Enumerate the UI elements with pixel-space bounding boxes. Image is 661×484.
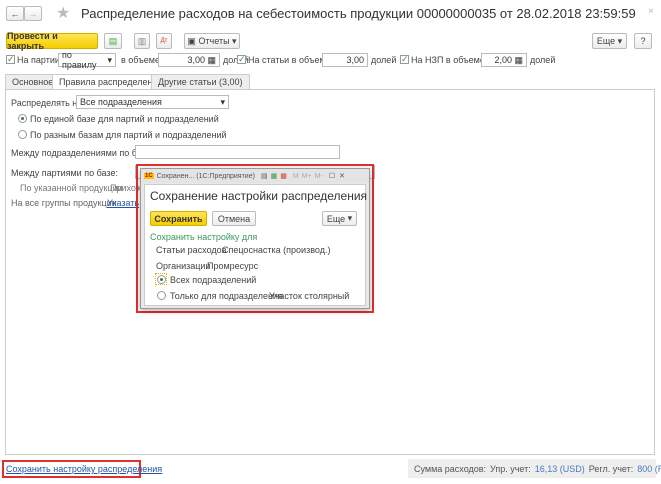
- save-for-label: Сохранить настройку для: [150, 232, 258, 242]
- specify-link[interactable]: Указать: [107, 198, 139, 208]
- shares-label: долей: [530, 55, 556, 65]
- distribute-label: Распределять на:: [11, 98, 85, 108]
- between-batches-label: Между партиями по базе:: [11, 168, 118, 178]
- 1c-logo-icon: 1С: [144, 173, 154, 179]
- dialog-more-button[interactable]: Еще ▾: [322, 211, 357, 226]
- expense-items-label: Статьи расходов: [156, 245, 227, 255]
- between-depts-label: Между подразделениями по базе:: [11, 148, 154, 158]
- only-department-radio[interactable]: [157, 291, 166, 300]
- reg-value[interactable]: 800 (RUB): [637, 464, 661, 474]
- all-groups-label: На все группы продукции: [11, 198, 117, 208]
- distribute-select[interactable]: Все подразделения ▾: [76, 95, 229, 109]
- dt-kt-icon-button[interactable]: Дт: [156, 33, 172, 49]
- single-base-label: По единой базе для партий и подразделени…: [30, 114, 219, 124]
- wip-volume-input[interactable]: 2,00 ▦: [481, 53, 527, 67]
- batches-checkbox[interactable]: ✓: [6, 55, 15, 64]
- between-depts-input[interactable]: [135, 145, 340, 159]
- calculator-icon: ▦: [207, 54, 216, 65]
- mgmt-label: Упр. учет:: [490, 463, 531, 474]
- calendar-icon[interactable]: ▦: [280, 172, 287, 180]
- reports-button[interactable]: ▣ Отчеты ▾: [184, 33, 240, 49]
- items-volume-input[interactable]: 3,00: [322, 53, 368, 67]
- save-settings-link[interactable]: Сохранить настройку распределения: [6, 464, 162, 474]
- print-icon-button[interactable]: ▥: [134, 33, 150, 49]
- single-base-radio[interactable]: [18, 114, 27, 123]
- only-department-label: Только для подразделения: [170, 291, 283, 301]
- dialog-cancel-button[interactable]: Отмена: [212, 211, 256, 226]
- items-checkbox[interactable]: ✓: [237, 55, 246, 64]
- calculator-icon: ▦: [514, 54, 523, 65]
- post-icon-button[interactable]: ▤: [104, 33, 122, 49]
- dialog-titlebar: 1С Сохранен... (1С:Предприятие) ▤ ▦ ▦ M …: [141, 169, 369, 183]
- wip-checkbox[interactable]: ✓: [400, 55, 409, 64]
- dialog-save-button[interactable]: Сохранить: [150, 211, 207, 226]
- memory-button[interactable]: M: [293, 173, 299, 180]
- by-product-label: По указанной продукции: [20, 183, 123, 193]
- chevron-down-icon: ▾: [220, 96, 225, 107]
- all-departments-label: Всех подразделений: [170, 275, 257, 285]
- different-bases-label: По разным базам для партий и подразделен…: [30, 130, 227, 140]
- page-title: Распределение расходов на себестоимость …: [81, 6, 636, 21]
- chevron-down-icon: ▾: [107, 54, 112, 65]
- mgmt-value[interactable]: 16,13 (USD): [535, 464, 585, 474]
- help-button[interactable]: ?: [634, 33, 652, 49]
- print-icon[interactable]: ▤: [261, 172, 268, 180]
- reports-icon: ▣: [187, 35, 199, 46]
- dialog-heading: Сохранение настройки распределения: [150, 189, 368, 203]
- forward-button[interactable]: →: [24, 6, 42, 21]
- volume-label: в объеме: [121, 55, 160, 65]
- batches-rule-select[interactable]: по правилу ▾: [58, 50, 116, 70]
- shares-label: долей: [371, 55, 397, 65]
- save-settings-dialog: 1С Сохранен... (1С:Предприятие) ▤ ▦ ▦ M …: [140, 168, 370, 309]
- batches-label: На партии: [17, 55, 60, 65]
- favorite-star-icon[interactable]: ★: [56, 3, 70, 23]
- organizations-value: Промресурс: [207, 261, 259, 271]
- close-icon[interactable]: ✕: [339, 172, 345, 180]
- table-icon[interactable]: ▦: [271, 172, 278, 180]
- all-departments-radio[interactable]: [157, 275, 166, 284]
- only-department-value: Участок столярный: [269, 291, 350, 301]
- wip-label: На НЗП в объеме: [411, 55, 485, 65]
- sum-label: Сумма расходов:: [414, 463, 487, 474]
- reg-label: Регл. учет:: [588, 463, 634, 474]
- expense-items-value: Спецоснастка (производ.): [222, 245, 331, 255]
- maximize-icon[interactable]: ☐: [329, 172, 335, 180]
- tab-other-items[interactable]: Другие статьи (3,00): [151, 74, 250, 90]
- organizations-label: Организации: [156, 261, 211, 271]
- close-icon[interactable]: ×: [648, 6, 654, 17]
- different-bases-radio[interactable]: [18, 130, 27, 139]
- back-button[interactable]: ←: [6, 6, 24, 21]
- more-button[interactable]: Еще ▾: [592, 33, 627, 49]
- memory-minus-button[interactable]: M-: [315, 173, 323, 180]
- batches-volume-input[interactable]: 3,00 ▦: [158, 53, 220, 67]
- items-label: На статьи в объеме: [248, 55, 331, 65]
- totals-panel: Сумма расходов: Упр. учет: 16,13 (USD) Р…: [408, 459, 661, 478]
- post-and-close-button[interactable]: Провести и закрыть: [6, 31, 98, 51]
- memory-plus-button[interactable]: M+: [302, 173, 312, 180]
